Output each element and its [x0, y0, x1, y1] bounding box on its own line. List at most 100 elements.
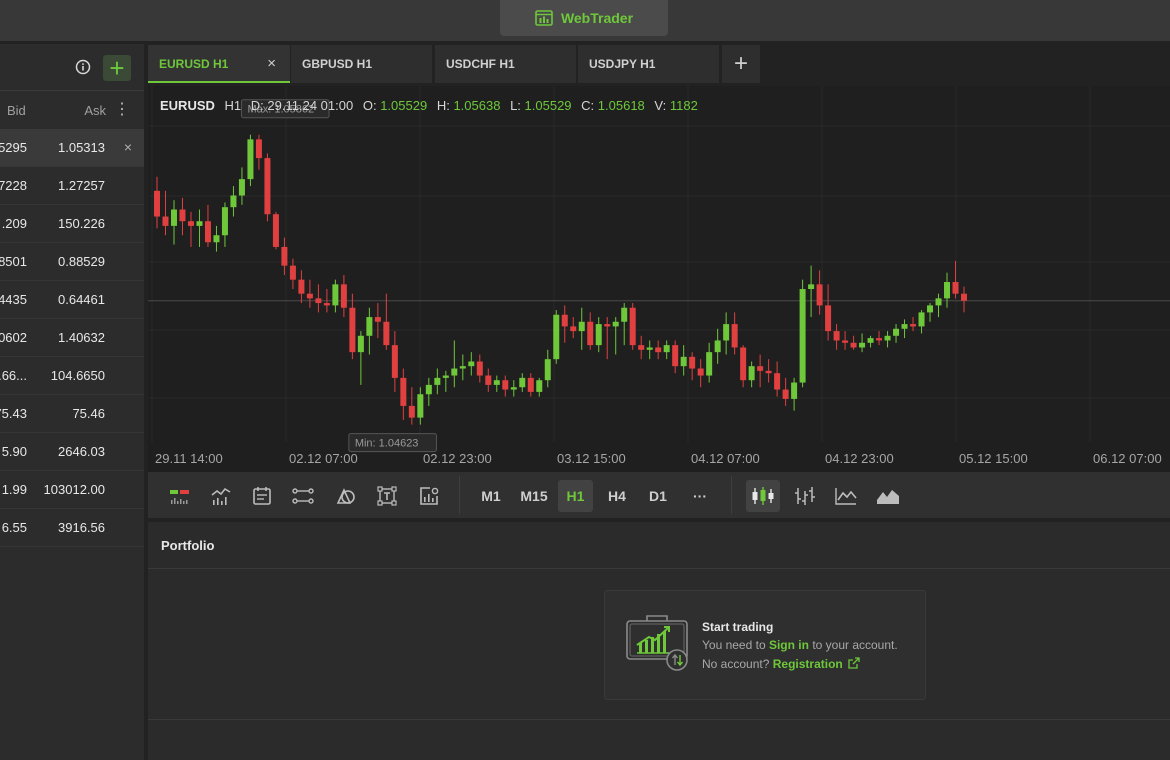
remove-icon[interactable]: ×: [124, 139, 132, 155]
watchlist-rows: 5295 1.05313 × 7228 1.27257 .209 150.226 8501 0.…: [0, 129, 144, 547]
candle: [952, 282, 959, 294]
high-value: 1.05638: [453, 98, 501, 113]
bid-column-header: Bid: [7, 103, 26, 118]
price-chart[interactable]: Max: 1.05862 Min: 1.04623 29.11 14:00 02.12…: [148, 86, 1170, 472]
chart-settings-tool[interactable]: [413, 480, 445, 512]
watchlist-row[interactable]: 1.99 103012.00: [0, 471, 144, 509]
candle: [723, 324, 730, 341]
start-trading-card: Start trading You need to Sign in to you…: [604, 590, 926, 700]
candle: [646, 347, 653, 350]
watchlist-row[interactable]: 5.90 2646.03: [0, 433, 144, 471]
close-icon[interactable]: ×: [267, 55, 276, 72]
candle: [553, 314, 560, 360]
timeframe-d1[interactable]: D1: [642, 480, 674, 512]
low-label: L:: [510, 98, 521, 113]
watchlist-row[interactable]: .66... 104.6650: [0, 357, 144, 395]
ohlc-bars-icon: [795, 487, 815, 505]
candle: [374, 317, 381, 322]
candle: [595, 324, 602, 346]
toolbar-divider: [459, 476, 460, 514]
candle: [383, 321, 390, 346]
watchlist-row[interactable]: 4435 0.64461: [0, 281, 144, 319]
info-icon[interactable]: [75, 59, 91, 75]
bid-price: 8501: [0, 254, 27, 269]
timeframe-m15[interactable]: M15: [515, 480, 553, 512]
ask-price: 1.40632: [58, 330, 105, 345]
volume-label: V:: [654, 98, 667, 113]
high-label: H:: [436, 98, 450, 113]
tab-gbpusd-h1[interactable]: GBPUSD H1: [291, 45, 432, 83]
sign-in-link[interactable]: Sign in: [769, 638, 809, 652]
candle: [502, 380, 509, 390]
candles-chart-type[interactable]: [746, 480, 780, 512]
line-chart-type[interactable]: [830, 480, 862, 512]
volume-tool[interactable]: [164, 480, 196, 512]
candle: [340, 284, 347, 308]
watchlist-row[interactable]: 5295 1.05313 ×: [0, 129, 144, 167]
candle: [493, 380, 500, 385]
chart-timeframe: H1: [224, 98, 242, 113]
area-chart-type[interactable]: [872, 480, 904, 512]
watchlist-header: +: [0, 44, 144, 91]
calendar-tool[interactable]: [246, 480, 278, 512]
candlestick-chart[interactable]: Max: 1.05862Min: 1.0462329.11 14:00 02.12…: [148, 86, 1170, 472]
candle: [323, 303, 330, 306]
timeframe-h4[interactable]: H4: [601, 480, 633, 512]
bars-chart-type[interactable]: [789, 480, 821, 512]
ask-price: 3916.56: [58, 520, 105, 535]
tab-usdjpy-h1[interactable]: USDJPY H1: [578, 45, 719, 83]
toolbar-divider: [731, 476, 732, 514]
registration-link[interactable]: Registration: [773, 657, 860, 671]
trendline-tool[interactable]: [287, 480, 319, 512]
timeframe-h1[interactable]: H1: [558, 480, 593, 512]
kebab-menu-icon[interactable]: ⋮: [114, 102, 130, 118]
watchlist-row[interactable]: 8501 0.88529: [0, 243, 144, 281]
plus-icon: +: [109, 53, 125, 83]
candle: [400, 377, 407, 406]
bid-price: 75.43: [0, 406, 27, 421]
candle: [663, 345, 670, 353]
tab-label: USDCHF H1: [446, 57, 515, 71]
candle: [706, 352, 713, 376]
candle: [672, 345, 679, 367]
candle: [774, 373, 781, 390]
timeframe-m1[interactable]: M1: [475, 480, 507, 512]
tab-eurusd-h1[interactable]: EURUSD H1 ×: [148, 45, 290, 83]
candle: [748, 366, 755, 381]
candle: [884, 335, 891, 341]
candle: [519, 377, 526, 388]
more-timeframes-button[interactable]: ···: [684, 480, 716, 512]
watchlist-row[interactable]: 75.43 75.46: [0, 395, 144, 433]
candle: [527, 377, 534, 392]
candle: [408, 405, 415, 418]
bid-price: .66...: [0, 368, 27, 383]
candle: [927, 305, 934, 313]
watchlist-row[interactable]: 6.55 3916.56: [0, 509, 144, 547]
candle: [689, 356, 696, 369]
briefcase-chart-icon: [626, 615, 688, 671]
candle: [850, 342, 857, 348]
brand-button[interactable]: WebTrader: [500, 0, 668, 36]
chart-toolbar: M1 M15 H1 H4 D1 ···: [148, 472, 1170, 518]
candle: [680, 356, 687, 367]
tab-usdchf-h1[interactable]: USDCHF H1: [435, 45, 576, 83]
shapes-tool[interactable]: [330, 480, 362, 512]
indicators-tool[interactable]: [205, 480, 237, 512]
bid-price: 5295: [0, 140, 27, 155]
ask-price: 1.27257: [58, 178, 105, 193]
candle: [604, 324, 611, 327]
watchlist-row[interactable]: 7228 1.27257: [0, 167, 144, 205]
watchlist-row[interactable]: .209 150.226: [0, 205, 144, 243]
candle: [825, 305, 832, 332]
candle: [154, 190, 160, 217]
watchlist-row[interactable]: 0602 1.40632: [0, 319, 144, 357]
open-label: O:: [362, 98, 377, 113]
add-tab-button[interactable]: +: [722, 45, 760, 83]
candle: [544, 359, 551, 381]
add-symbol-button[interactable]: +: [103, 55, 131, 81]
text-tool[interactable]: [371, 480, 403, 512]
candle: [859, 342, 866, 348]
candle: [451, 368, 458, 376]
candle: [264, 158, 271, 215]
chart-symbol: EURUSD: [160, 98, 215, 113]
